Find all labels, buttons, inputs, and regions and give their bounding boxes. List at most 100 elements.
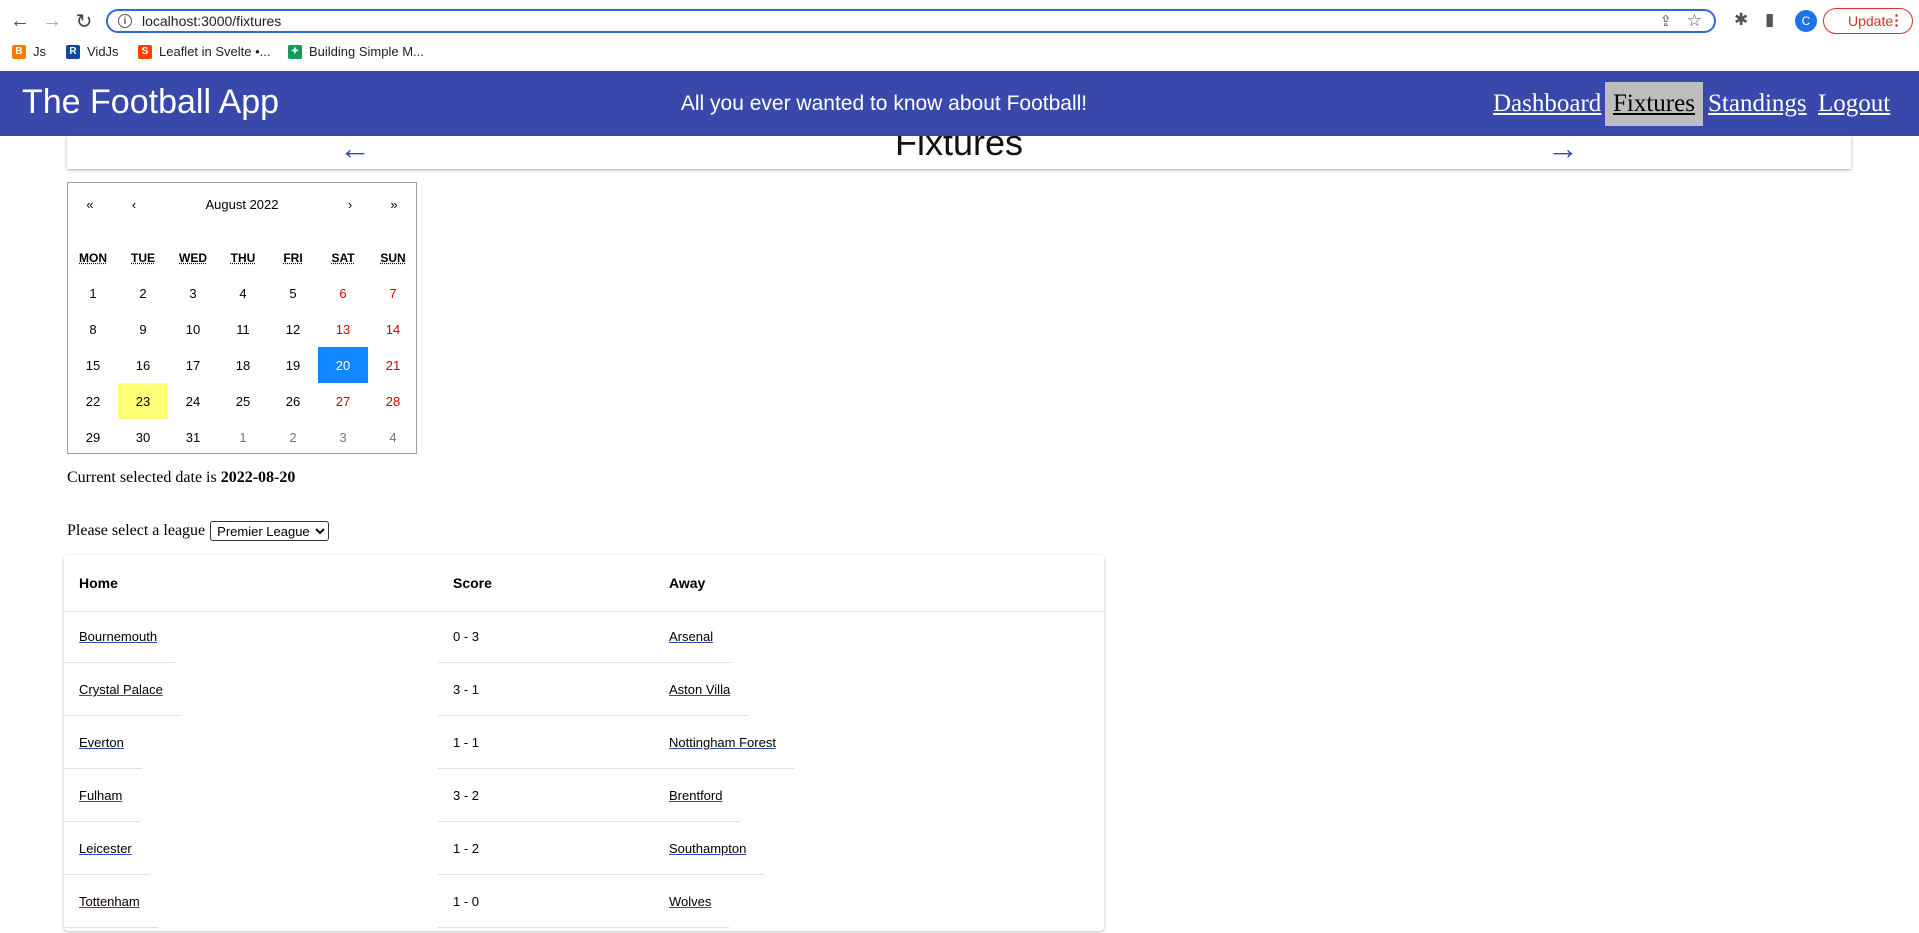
- cell-home: Leicester: [64, 823, 150, 875]
- calendar-day[interactable]: 28: [368, 383, 418, 419]
- home-team-link[interactable]: Leicester: [79, 841, 132, 856]
- calendar-day[interactable]: 3: [318, 419, 368, 455]
- calendar-day[interactable]: 3: [168, 275, 218, 311]
- away-team-link[interactable]: Nottingham Forest: [669, 735, 776, 750]
- nav-standings[interactable]: Standings: [1708, 82, 1807, 126]
- side-panel-icon[interactable]: ▮: [1765, 10, 1774, 30]
- extensions-icon[interactable]: ✱: [1734, 10, 1748, 30]
- calendar-day[interactable]: 30: [118, 419, 168, 455]
- nav-fixtures[interactable]: Fixtures: [1605, 82, 1703, 126]
- calendar-day[interactable]: 12: [268, 311, 318, 347]
- away-team-link[interactable]: Brentford: [669, 788, 722, 803]
- calendar-day[interactable]: 31: [168, 419, 218, 455]
- header-home: Home: [79, 575, 118, 591]
- calendar-day[interactable]: 8: [68, 311, 118, 347]
- away-team-link[interactable]: Southampton: [669, 841, 746, 856]
- calendar-day[interactable]: 26: [268, 383, 318, 419]
- calendar-day[interactable]: 2: [118, 275, 168, 311]
- address-bar[interactable]: i localhost:3000/fixtures ⇪ ☆: [106, 9, 1716, 33]
- weekday-label: SUN: [380, 251, 406, 265]
- table-row: Everton 1 - 1 Nottingham Forest: [64, 717, 1104, 770]
- calendar-day[interactable]: 21: [368, 347, 418, 383]
- bookmark-building-simple[interactable]: ✦ Building Simple M...: [288, 44, 424, 59]
- cell-away: Wolves: [654, 876, 730, 928]
- selected-date-prefix: Current selected date is: [67, 469, 217, 486]
- league-select[interactable]: Premier League: [210, 521, 330, 541]
- calendar-day[interactable]: 2: [268, 419, 318, 455]
- bookmark-js[interactable]: B Js: [12, 44, 46, 59]
- update-button[interactable]: Update ⋮: [1823, 8, 1913, 34]
- calendar-day[interactable]: 22: [68, 383, 118, 419]
- nav-dashboard[interactable]: Dashboard: [1493, 82, 1601, 126]
- calendar-day[interactable]: 18: [218, 347, 268, 383]
- calendar-day[interactable]: 10: [168, 311, 218, 347]
- score-text: 1 - 2: [453, 841, 480, 856]
- cell-score: 1 - 2: [438, 823, 654, 875]
- weekday-label: THU: [230, 251, 256, 265]
- arrow-right-icon[interactable]: →: [1547, 136, 1579, 167]
- calendar-day[interactable]: 6: [318, 275, 368, 311]
- score-text: 3 - 2: [453, 788, 480, 803]
- calendar-day[interactable]: 5: [268, 275, 318, 311]
- home-team-link[interactable]: Tottenham: [79, 894, 140, 909]
- calendar-day[interactable]: 1: [68, 275, 118, 311]
- weekday-label: MON: [79, 251, 107, 265]
- calendar-day[interactable]: 25: [218, 383, 268, 419]
- away-team-link[interactable]: Aston Villa: [669, 682, 730, 697]
- calendar-day[interactable]: 11: [218, 311, 268, 347]
- calendar-day[interactable]: 17: [168, 347, 218, 383]
- bookmark-leaflet-svelte[interactable]: S Leaflet in Svelte •...: [138, 44, 271, 59]
- url-text[interactable]: localhost:3000/fixtures: [142, 13, 281, 29]
- calendar-day[interactable]: 7: [368, 275, 418, 311]
- calendar-day[interactable]: 24: [168, 383, 218, 419]
- cell-away: Arsenal: [654, 611, 732, 663]
- calendar: « ‹ August 2022 › » MON TUE WED THU FRI SAT SU…: [67, 182, 417, 454]
- calendar-day[interactable]: 15: [68, 347, 118, 383]
- back-icon[interactable]: ←: [8, 9, 32, 33]
- weekday-label: SAT: [331, 251, 355, 265]
- browser-chrome: ← → ↻ i localhost:3000/fixtures ⇪ ☆ ✱ ▮ …: [0, 0, 1919, 71]
- reload-icon[interactable]: ↻: [72, 9, 96, 33]
- away-team-link[interactable]: Wolves: [669, 894, 711, 909]
- home-team-link[interactable]: Everton: [79, 735, 124, 750]
- calendar-day[interactable]: 16: [118, 347, 168, 383]
- calendar-day[interactable]: 13: [318, 311, 368, 347]
- nav-logout[interactable]: Logout: [1818, 82, 1890, 126]
- forward-icon[interactable]: →: [40, 9, 64, 33]
- weekday-label: TUE: [131, 251, 155, 265]
- calendar-day[interactable]: 4: [368, 419, 418, 455]
- home-team-link[interactable]: Crystal Palace: [79, 682, 163, 697]
- calendar-next-month-button[interactable]: ›: [328, 197, 372, 217]
- calendar-day[interactable]: 14: [368, 311, 418, 347]
- calendar-day[interactable]: 19: [268, 347, 318, 383]
- calendar-day[interactable]: 20: [318, 347, 368, 383]
- cell-home: Tottenham: [64, 876, 158, 928]
- calendar-day[interactable]: 9: [118, 311, 168, 347]
- fixtures-header-card: ← Fixtures →: [67, 136, 1851, 169]
- table-header: Home Score Away: [64, 555, 1104, 612]
- share-icon[interactable]: ⇪: [1659, 12, 1672, 30]
- calendar-day[interactable]: 27: [318, 383, 368, 419]
- league-row: Please select a league Premier League: [67, 521, 330, 541]
- home-team-link[interactable]: Bournemouth: [79, 629, 157, 644]
- profile-avatar[interactable]: C: [1795, 10, 1817, 32]
- bookmark-star-icon[interactable]: ☆: [1687, 11, 1702, 31]
- calendar-prev-month-button[interactable]: ‹: [112, 197, 156, 217]
- calendar-day[interactable]: 29: [68, 419, 118, 455]
- calendar-month-label[interactable]: August 2022: [156, 197, 328, 217]
- calendar-day[interactable]: 23: [118, 383, 168, 419]
- calendar-day[interactable]: 1: [218, 419, 268, 455]
- calendar-next-year-button[interactable]: »: [372, 197, 416, 217]
- score-text: 1 - 1: [453, 735, 480, 750]
- site-info-icon[interactable]: i: [118, 14, 132, 28]
- fixtures-table: Home Score Away Bournemouth 0 - 3 Arsenal C…: [64, 555, 1104, 931]
- away-team-link[interactable]: Arsenal: [669, 629, 713, 644]
- calendar-prev-year-button[interactable]: «: [68, 197, 112, 217]
- bookmark-label: VidJs: [87, 44, 119, 59]
- calendar-day[interactable]: 4: [218, 275, 268, 311]
- table-row: Fulham 3 - 2 Brentford: [64, 770, 1104, 823]
- cell-home: Crystal Palace: [64, 664, 181, 716]
- home-team-link[interactable]: Fulham: [79, 788, 122, 803]
- bookmark-vidjs[interactable]: R VidJs: [66, 44, 119, 59]
- league-label: Please select a league: [67, 522, 206, 539]
